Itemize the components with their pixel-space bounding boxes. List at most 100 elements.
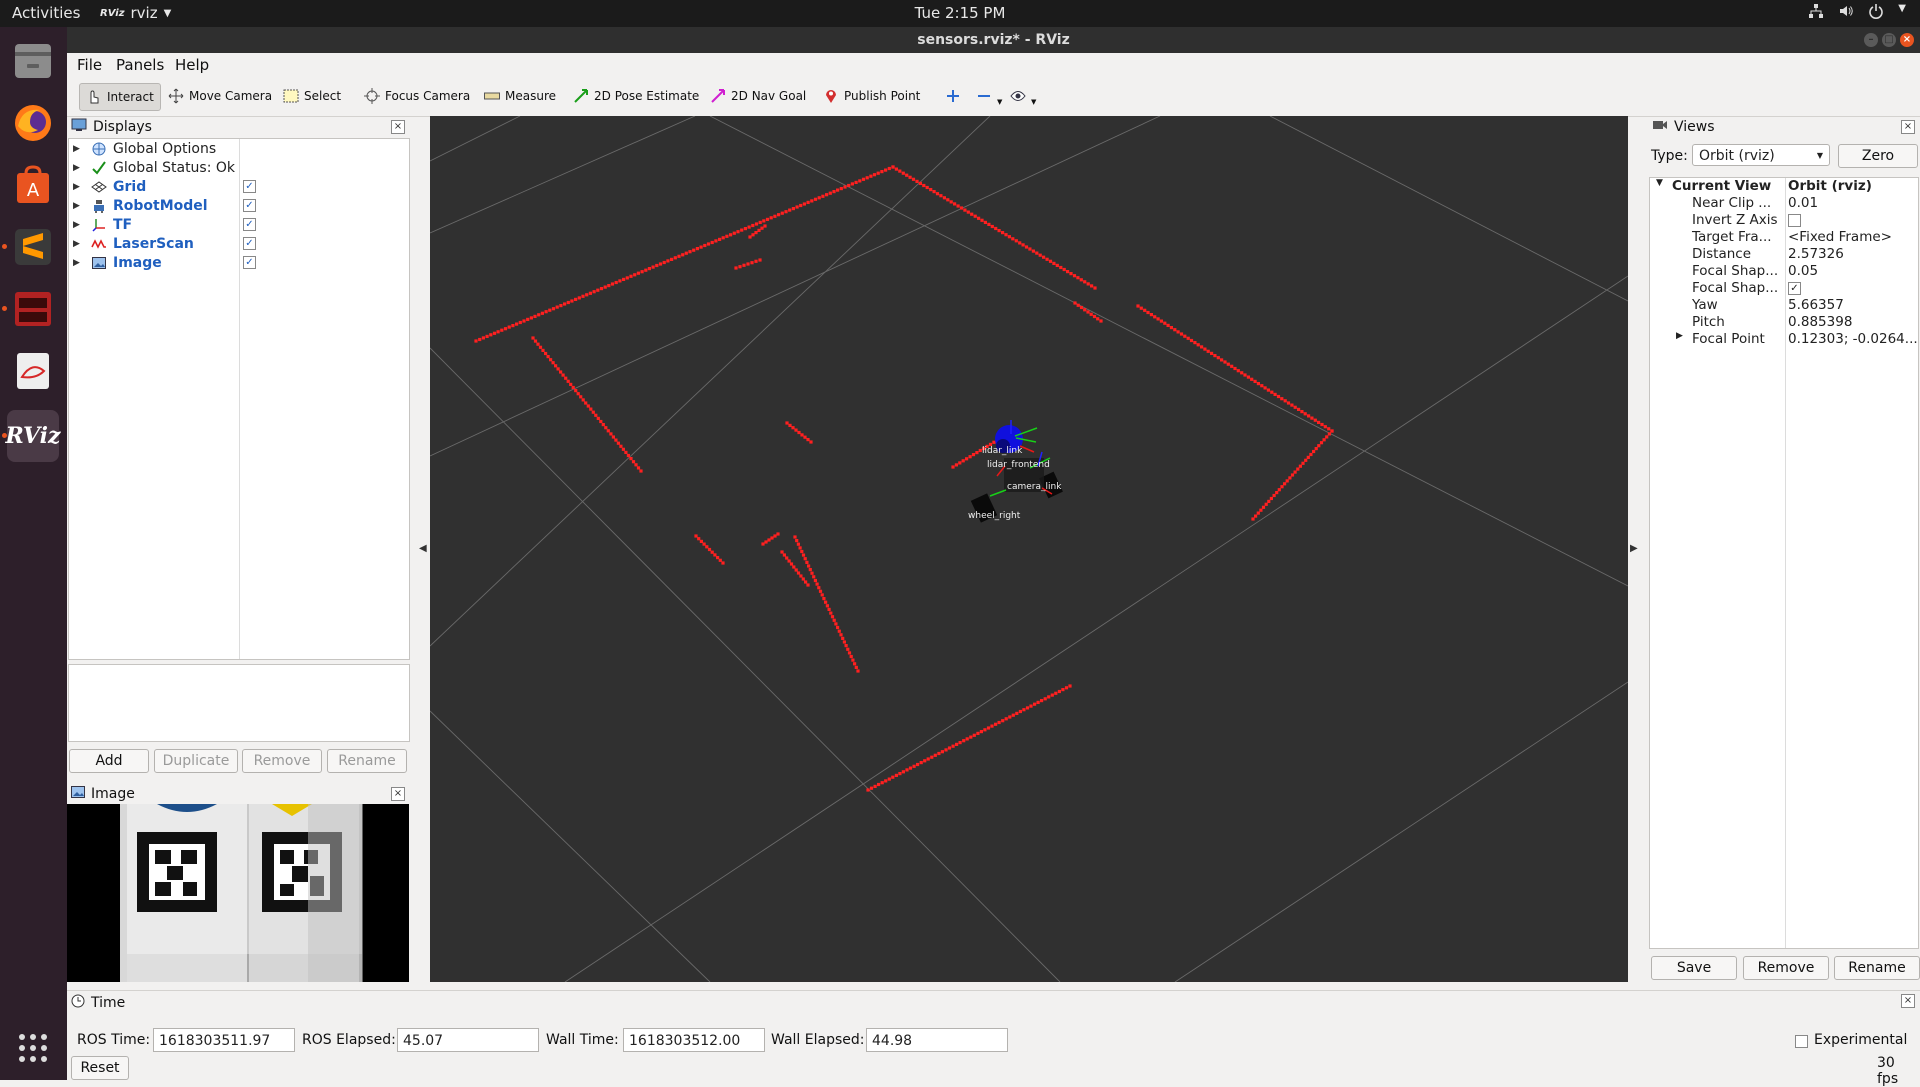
close-icon[interactable]: ×: [391, 120, 405, 134]
show-applications-icon[interactable]: [7, 1022, 59, 1074]
display-item-grid[interactable]: ▶ Grid ✓: [69, 177, 409, 196]
tool-properties-button[interactable]: ▼: [1004, 83, 1042, 109]
view-property-row[interactable]: ▼ Current View Orbit (rviz): [1650, 178, 1918, 195]
menu-panels[interactable]: Panels: [116, 56, 164, 74]
rename-view-button[interactable]: Rename: [1834, 956, 1920, 980]
software-center-icon[interactable]: A: [7, 159, 59, 211]
ros-elapsed-field[interactable]: 45.07: [397, 1028, 539, 1052]
expand-arrow-icon[interactable]: ▶: [73, 201, 80, 211]
duplicate-display-button[interactable]: Duplicate: [154, 749, 238, 773]
ros-time-field[interactable]: 1618303511.97: [153, 1028, 295, 1052]
terminal-red-icon[interactable]: [2, 283, 59, 335]
interact-tool-button[interactable]: Interact: [79, 83, 161, 111]
remove-tool-button[interactable]: ▼: [970, 83, 1008, 109]
view-property-row[interactable]: Focal Shap... 0.05: [1650, 263, 1918, 280]
maximize-icon[interactable]: □: [1882, 33, 1896, 47]
property-value[interactable]: <Fixed Frame>: [1788, 229, 1892, 245]
wall-elapsed-field[interactable]: 44.98: [866, 1028, 1008, 1052]
expand-arrow-icon[interactable]: ▶: [73, 239, 80, 249]
view-property-row[interactable]: Invert Z Axis: [1650, 212, 1918, 229]
view-property-row[interactable]: Yaw 5.66357: [1650, 297, 1918, 314]
publish-point-tool-button[interactable]: Publish Point: [817, 83, 926, 109]
property-value[interactable]: 0.01: [1788, 195, 1818, 211]
view-property-row[interactable]: Distance 2.57326: [1650, 246, 1918, 263]
reset-button[interactable]: Reset: [71, 1056, 129, 1080]
select-tool-button[interactable]: Select: [277, 83, 347, 109]
view-property-row[interactable]: Focal Shap... ✓: [1650, 280, 1918, 297]
expand-arrow-icon[interactable]: ▼: [1656, 178, 1663, 188]
laser-point: [586, 404, 590, 408]
tf-enabled-checkbox[interactable]: ✓: [243, 218, 256, 231]
laser-point: [1179, 332, 1184, 336]
invert-z-checkbox[interactable]: [1788, 214, 1801, 227]
display-item-global-options[interactable]: ▶ Global Options: [69, 139, 409, 158]
move-camera-tool-button[interactable]: Move Camera: [162, 83, 278, 109]
close-icon[interactable]: ×: [1901, 994, 1915, 1008]
wall-time-field[interactable]: 1618303512.00: [623, 1028, 765, 1052]
app-menu[interactable]: RViz rviz ▼: [100, 4, 171, 22]
robotmodel-enabled-checkbox[interactable]: ✓: [243, 199, 256, 212]
property-value[interactable]: 5.66357: [1788, 297, 1844, 313]
zero-view-button[interactable]: Zero: [1838, 144, 1918, 168]
rviz-icon[interactable]: RViz: [2, 410, 61, 462]
collapse-left-arrow-icon[interactable]: ◀: [419, 543, 427, 554]
document-viewer-icon[interactable]: [7, 345, 59, 397]
nav-goal-tool-button[interactable]: 2D Nav Goal: [704, 83, 812, 109]
remove-view-button[interactable]: Remove: [1743, 956, 1829, 980]
remove-display-button[interactable]: Remove: [242, 749, 322, 773]
laser-point: [887, 166, 891, 171]
add-tool-button[interactable]: [939, 83, 967, 109]
menu-help[interactable]: Help: [175, 56, 209, 74]
close-icon[interactable]: ×: [1900, 33, 1914, 47]
menu-file[interactable]: File: [77, 56, 102, 74]
focal-shape-checkbox[interactable]: ✓: [1788, 282, 1801, 295]
save-view-button[interactable]: Save: [1651, 956, 1737, 980]
add-display-button[interactable]: Add: [69, 749, 149, 773]
display-item-tf[interactable]: ▶ TF ✓: [69, 215, 409, 234]
display-item-image[interactable]: ▶ Image ✓: [69, 253, 409, 272]
property-value[interactable]: 0.05: [1788, 263, 1818, 279]
window-title: sensors.rviz* - RViz: [917, 32, 1070, 48]
experimental-checkbox[interactable]: [1795, 1035, 1808, 1048]
view-property-row[interactable]: Pitch 0.885398: [1650, 314, 1918, 331]
expand-arrow-icon[interactable]: ▶: [1676, 331, 1683, 341]
expand-arrow-icon[interactable]: ▶: [73, 144, 80, 154]
expand-arrow-icon[interactable]: ▶: [73, 258, 80, 268]
display-item-global-status[interactable]: ▶ Global Status: Ok: [69, 158, 409, 177]
display-item-laserscan[interactable]: ▶ LaserScan ✓: [69, 234, 409, 253]
grid-enabled-checkbox[interactable]: ✓: [243, 180, 256, 193]
laserscan-enabled-checkbox[interactable]: ✓: [243, 237, 256, 250]
view-property-row[interactable]: Near Clip ... 0.01: [1650, 195, 1918, 212]
focus-camera-tool-button[interactable]: Focus Camera: [358, 83, 476, 109]
display-item-robotmodel[interactable]: ▶ RobotModel ✓: [69, 196, 409, 215]
system-tray[interactable]: ▼: [1808, 3, 1906, 23]
firefox-icon[interactable]: [7, 97, 59, 149]
property-value[interactable]: 0.885398: [1788, 314, 1852, 330]
view-type-select[interactable]: Orbit (rviz) ▼: [1692, 144, 1830, 166]
close-icon[interactable]: ×: [391, 787, 405, 801]
minimize-icon[interactable]: –: [1864, 33, 1878, 47]
scene-canvas[interactable]: lidar_link lidar_frontend camera_link wh…: [429, 115, 1629, 983]
image-enabled-checkbox[interactable]: ✓: [243, 256, 256, 269]
collapse-right-arrow-icon[interactable]: ▶: [1630, 543, 1638, 554]
sublime-text-icon[interactable]: [2, 221, 59, 273]
laser-point: [634, 463, 638, 467]
property-value[interactable]: 0.12303; -0.0264...: [1788, 331, 1918, 347]
render-3d-viewport[interactable]: lidar_link lidar_frontend camera_link wh…: [429, 115, 1629, 983]
clock[interactable]: Tue 2:15 PM: [915, 4, 1006, 22]
pose-estimate-tool-button[interactable]: 2D Pose Estimate: [567, 83, 705, 109]
expand-arrow-icon[interactable]: ▶: [73, 182, 80, 192]
laser-point: [806, 200, 810, 204]
expand-arrow-icon[interactable]: ▶: [73, 163, 80, 173]
rename-display-button[interactable]: Rename: [327, 749, 407, 773]
files-icon[interactable]: [7, 35, 59, 87]
view-property-row[interactable]: ▶ Focal Point 0.12303; -0.0264...: [1650, 331, 1918, 348]
laser-point: [758, 258, 762, 262]
close-icon[interactable]: ×: [1901, 120, 1915, 134]
activities-button[interactable]: Activities: [12, 4, 80, 22]
view-property-row[interactable]: Target Fra... <Fixed Frame>: [1650, 229, 1918, 246]
measure-tool-button[interactable]: Measure: [478, 83, 562, 109]
property-value[interactable]: 2.57326: [1788, 246, 1844, 262]
laser-point: [1040, 699, 1044, 703]
expand-arrow-icon[interactable]: ▶: [73, 220, 80, 230]
